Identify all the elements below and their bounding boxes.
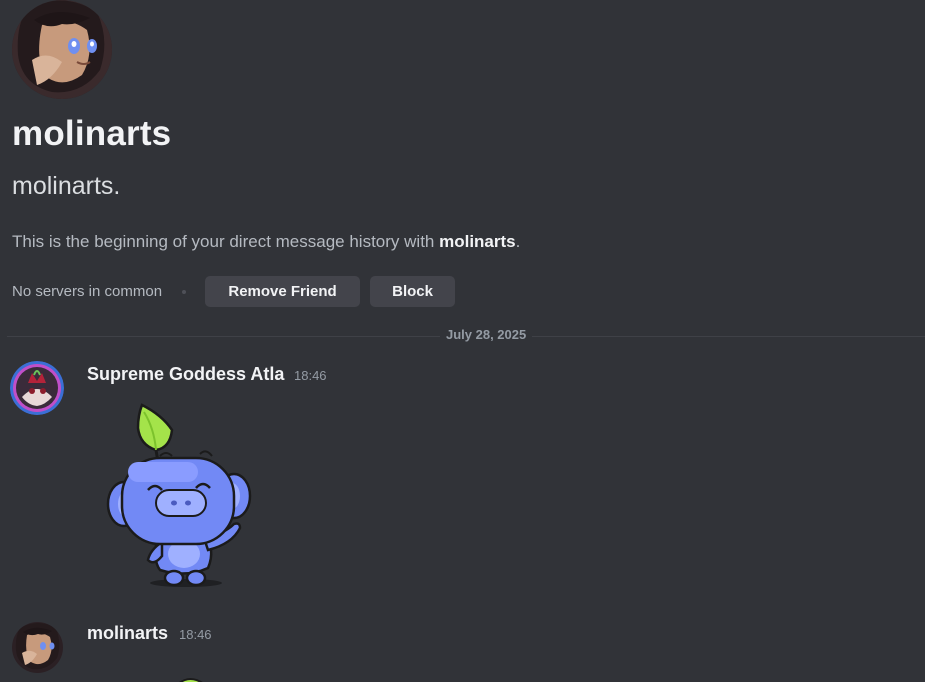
wumpus-sprout-sticker-icon[interactable] (100, 400, 260, 592)
message-timestamp: 18:46 (294, 368, 327, 383)
block-button[interactable]: Block (370, 276, 456, 307)
dm-channel: molinarts molinarts. This is the beginni… (0, 0, 925, 682)
message-author[interactable]: Supreme Goddess Atla (87, 364, 284, 385)
remove-friend-button[interactable]: Remove Friend (205, 276, 361, 307)
intro-suffix: . (515, 232, 521, 251)
date-divider-label: July 28, 2025 (440, 327, 533, 342)
mutual-servers-text: No servers in common (12, 283, 163, 300)
message-avatar-supreme-goddess-atla[interactable] (10, 361, 64, 415)
message-timestamp: 18:46 (179, 627, 212, 642)
intro-username: molinarts (439, 232, 516, 251)
message-avatar-molinarts[interactable] (12, 622, 63, 673)
separator-dot (182, 289, 187, 294)
intro-prefix: This is the beginning of your direct mes… (12, 232, 440, 251)
profile-display-name: molinarts (12, 114, 172, 153)
message-author[interactable]: molinarts (87, 623, 168, 644)
profile-username: molinarts. (12, 172, 121, 200)
profile-avatar[interactable] (12, 0, 112, 99)
dm-intro-text: This is the beginning of your direct mes… (12, 232, 520, 252)
profile-actions: No servers in common Remove Friend Block (12, 276, 456, 307)
leaf-icon (179, 678, 203, 682)
